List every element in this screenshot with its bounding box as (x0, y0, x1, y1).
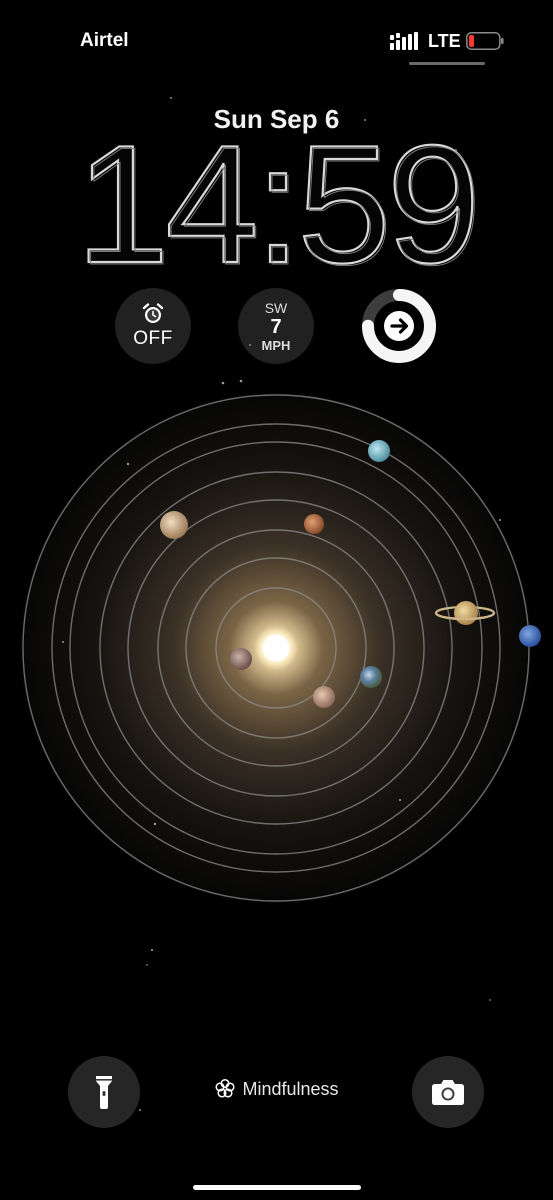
wind-unit: MPH (261, 337, 291, 353)
flower-icon (215, 1078, 236, 1098)
planet-jupiter (160, 511, 188, 539)
network-type: LTE (428, 31, 461, 51)
planet-mercury (230, 648, 252, 670)
wind-speed: 7 (270, 315, 282, 338)
camera-button[interactable] (412, 1056, 484, 1128)
planet-uranus (368, 440, 390, 462)
alarm-widget[interactable]: OFF (115, 288, 191, 364)
activity-widget[interactable] (361, 288, 437, 364)
planet-earth (360, 666, 382, 688)
wind-direction: SW (264, 299, 288, 316)
planet-mars (304, 514, 324, 534)
solar-system-wallpaper (21, 380, 541, 903)
status-bar: Airtel LTE (0, 0, 553, 70)
svg-text:14:59: 14:59 (78, 130, 478, 280)
camera-icon (432, 1080, 464, 1105)
battery-icon (466, 32, 504, 50)
signal-strength-icon (390, 32, 418, 50)
planet-neptune (519, 625, 541, 647)
control-center-hint[interactable] (409, 62, 485, 65)
planet-venus (313, 686, 335, 708)
alarm-status: OFF (133, 328, 173, 349)
carrier-name: Airtel (80, 30, 129, 51)
alarm-clock-icon (142, 303, 164, 323)
lock-clock: 14:59 14:59 (75, 130, 483, 280)
activity-ring (362, 289, 436, 363)
mindfulness-label: Mindfulness (242, 1078, 339, 1099)
wind-widget[interactable]: SW 7 MPH (238, 288, 314, 364)
home-indicator[interactable] (193, 1185, 361, 1190)
